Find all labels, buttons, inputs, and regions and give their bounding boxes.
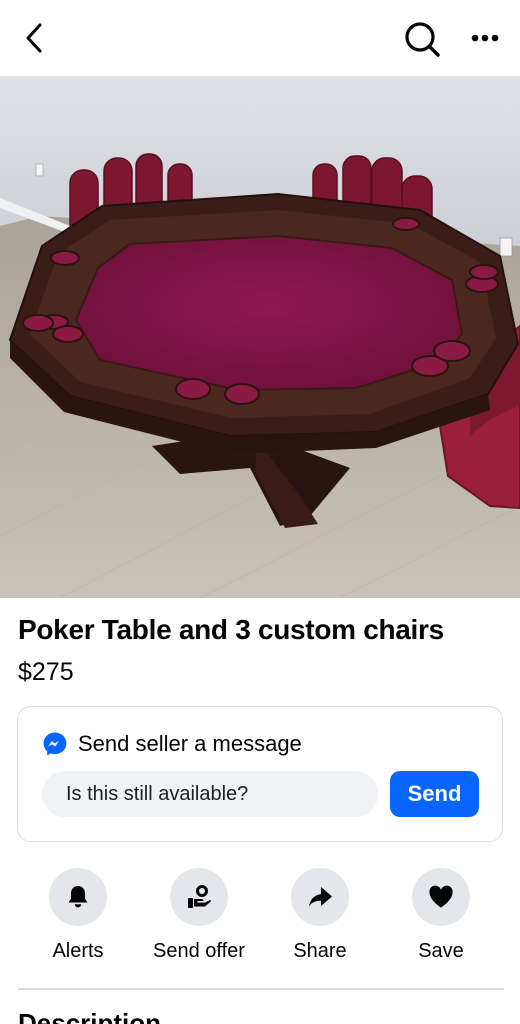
send-button[interactable]: Send bbox=[390, 771, 479, 817]
heart-icon bbox=[429, 885, 453, 908]
action-row: Alerts Send offer Share Save bbox=[0, 868, 520, 978]
save-icon-circle bbox=[412, 868, 470, 926]
alerts-icon-circle bbox=[49, 868, 107, 926]
message-heading: Send seller a message bbox=[78, 731, 302, 756]
share-icon-circle bbox=[291, 868, 349, 926]
more-horizontal-icon bbox=[471, 34, 499, 42]
message-seller-card: Send seller a message Is this still avai… bbox=[17, 706, 503, 842]
alerts-label: Alerts bbox=[52, 940, 104, 962]
share-icon bbox=[309, 887, 332, 907]
search-icon bbox=[405, 22, 440, 57]
offer-icon bbox=[188, 885, 211, 908]
send-offer-icon-circle bbox=[170, 868, 228, 926]
share-button[interactable]: Share bbox=[260, 868, 380, 963]
bell-icon bbox=[68, 886, 88, 908]
save-button[interactable]: Save bbox=[381, 868, 501, 963]
more-options-button[interactable] bbox=[466, 24, 506, 54]
back-button[interactable] bbox=[18, 20, 52, 56]
listing-title: Poker Table and 3 custom chairs bbox=[18, 614, 444, 645]
description-heading: Description bbox=[18, 1008, 162, 1024]
alerts-button[interactable]: Alerts bbox=[18, 868, 138, 963]
message-input[interactable]: Is this still available? bbox=[42, 771, 378, 817]
messenger-icon bbox=[43, 732, 67, 756]
send-offer-label: Send offer bbox=[153, 940, 245, 962]
send-offer-button[interactable]: Send offer bbox=[139, 868, 259, 963]
listing-price: $275 bbox=[18, 658, 74, 686]
share-label: Share bbox=[293, 940, 347, 962]
save-label: Save bbox=[418, 940, 464, 962]
search-button[interactable] bbox=[402, 19, 442, 59]
top-bar bbox=[0, 0, 520, 76]
listing-photo[interactable] bbox=[0, 76, 520, 598]
poker-table-image bbox=[0, 76, 520, 598]
chevron-left-icon bbox=[26, 23, 42, 53]
divider bbox=[18, 988, 504, 990]
